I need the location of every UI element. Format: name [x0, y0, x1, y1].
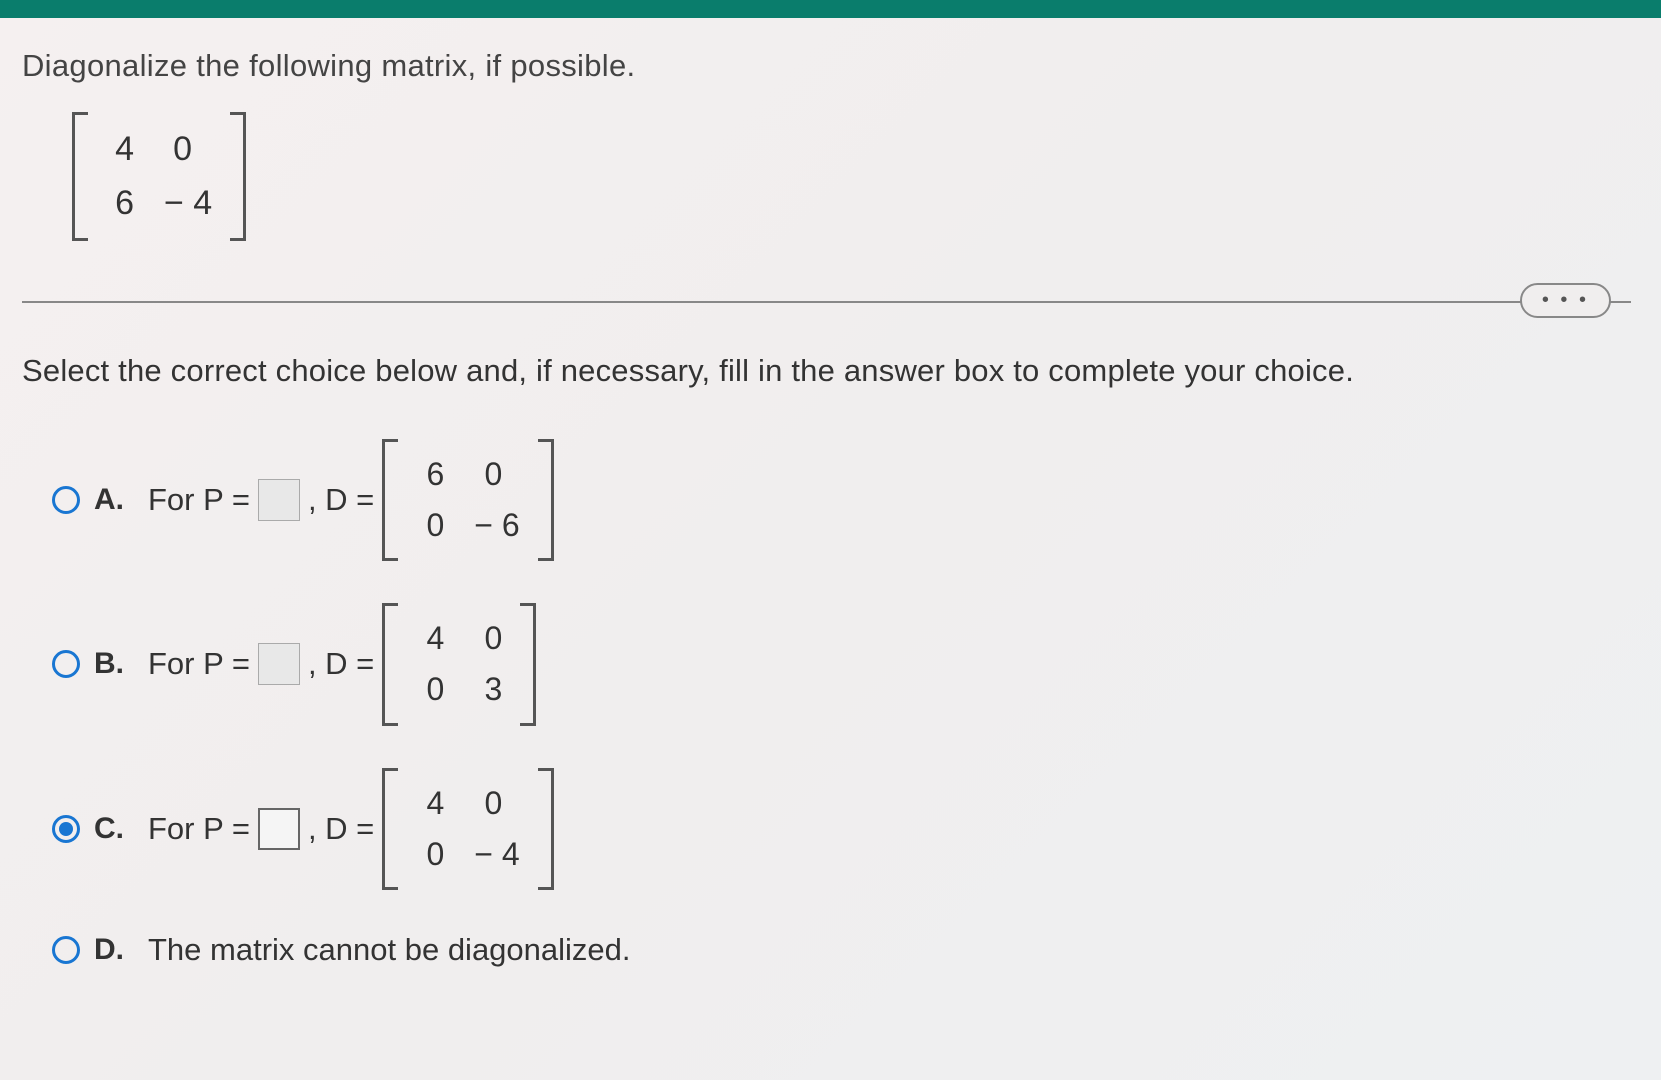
section-divider [22, 301, 1631, 303]
choice-b-letter: B. [94, 647, 134, 681]
question-content: Diagonalize the following matrix, if pos… [0, 18, 1661, 1040]
c-r2c2: − 4 [474, 829, 519, 880]
choice-a[interactable]: A. For P = , D = 6 0 0 − 6 [52, 439, 1631, 561]
choice-b-mid: , D = [308, 646, 374, 682]
choice-b[interactable]: B. For P = , D = 4 0 0 3 [52, 603, 1631, 725]
choices-group: A. For P = , D = 6 0 0 − 6 [22, 439, 1631, 968]
b-r2c2: 3 [474, 664, 502, 715]
a-r2c2: − 6 [474, 500, 519, 551]
choice-d-letter: D. [94, 933, 134, 967]
more-options-button[interactable]: • • • [1520, 283, 1611, 318]
m-r1c2: 0 [164, 122, 192, 176]
choice-b-answer-box[interactable] [258, 643, 300, 685]
c-r2c1: 0 [416, 829, 444, 880]
choice-d[interactable]: D. The matrix cannot be diagonalized. [52, 932, 1631, 968]
choice-a-letter: A. [94, 483, 134, 517]
a-r2c1: 0 [416, 500, 444, 551]
question-text: Diagonalize the following matrix, if pos… [22, 48, 1631, 84]
matrix-cells: 4 0 6 − 4 [88, 112, 230, 241]
a-r1c1: 6 [416, 449, 444, 500]
m-r1c1: 4 [106, 122, 134, 176]
b-r2c1: 0 [416, 664, 444, 715]
radio-d[interactable] [52, 936, 80, 964]
choice-d-text: The matrix cannot be diagonalized. [148, 932, 631, 968]
c-r1c1: 4 [416, 778, 444, 829]
c-r1c2: 0 [474, 778, 502, 829]
m-r2c2: − 4 [164, 176, 212, 230]
matrix-left-bracket [72, 112, 88, 241]
choice-a-answer-box[interactable] [258, 479, 300, 521]
choice-b-prefix: For P = [148, 646, 250, 682]
choice-c-letter: C. [94, 812, 134, 846]
radio-a[interactable] [52, 486, 80, 514]
b-r1c2: 0 [474, 613, 502, 664]
a-r1c2: 0 [474, 449, 502, 500]
choice-c-matrix: 4 0 0 − 4 [382, 768, 553, 890]
instruction-text: Select the correct choice below and, if … [22, 353, 1631, 389]
matrix-right-bracket [230, 112, 246, 241]
choice-c-prefix: For P = [148, 811, 250, 847]
choice-b-matrix: 4 0 0 3 [382, 603, 536, 725]
choice-c-mid: , D = [308, 811, 374, 847]
b-r1c1: 4 [416, 613, 444, 664]
choice-c-answer-box[interactable] [258, 808, 300, 850]
choice-a-matrix: 6 0 0 − 6 [382, 439, 553, 561]
given-matrix: 4 0 6 − 4 [72, 112, 246, 241]
choice-a-mid: , D = [308, 482, 374, 518]
m-r2c1: 6 [106, 176, 134, 230]
radio-b[interactable] [52, 650, 80, 678]
choice-a-prefix: For P = [148, 482, 250, 518]
radio-c[interactable] [52, 815, 80, 843]
choice-c[interactable]: C. For P = , D = 4 0 0 − 4 [52, 768, 1631, 890]
window-top-bar [0, 0, 1661, 18]
